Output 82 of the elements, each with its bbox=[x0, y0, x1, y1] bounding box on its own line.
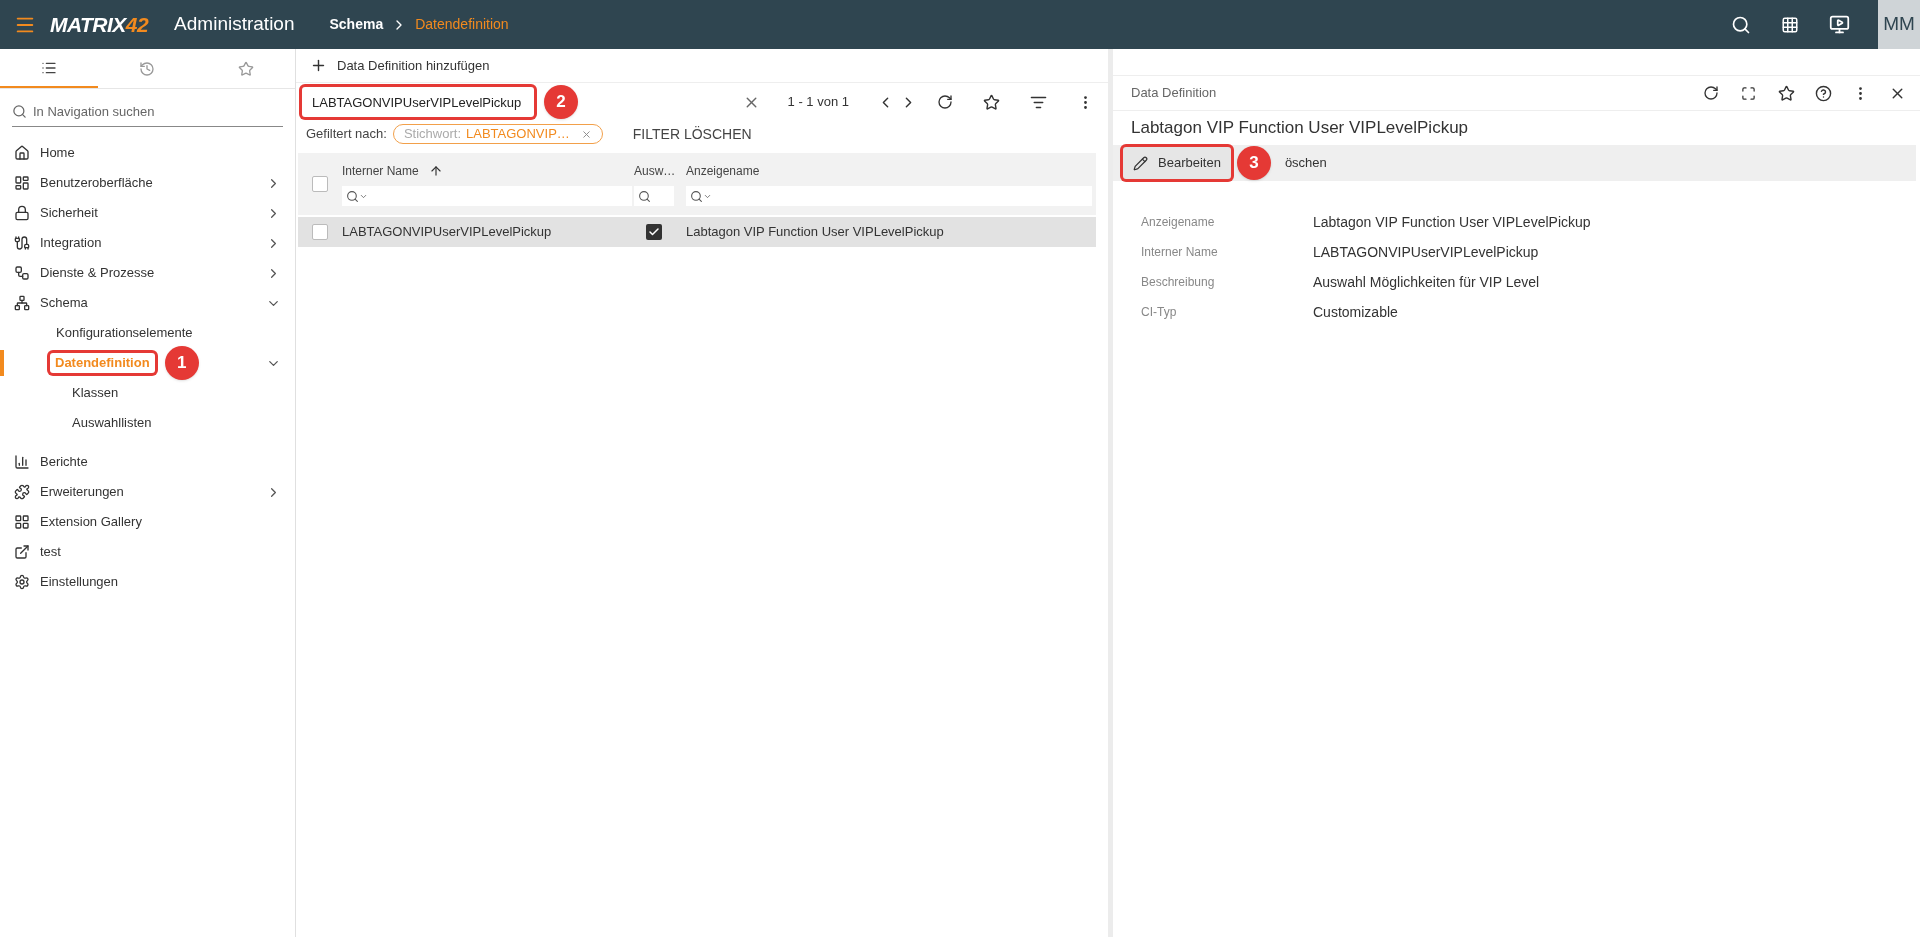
search-icon bbox=[690, 189, 703, 203]
plus-icon bbox=[310, 57, 327, 74]
search-icon[interactable] bbox=[1731, 14, 1751, 35]
refresh-icon[interactable] bbox=[1703, 85, 1719, 101]
nav-item[interactable]: Benutzeroberfläche bbox=[40, 173, 153, 193]
pencil-icon bbox=[1133, 155, 1148, 171]
nav-item[interactable]: Extension Gallery bbox=[40, 512, 142, 532]
dashboard-icon bbox=[14, 175, 30, 191]
pagination-text: 1 - 1 von 1 bbox=[787, 93, 849, 112]
annotation-badge: 2 bbox=[544, 85, 578, 119]
nav-item[interactable]: Schema bbox=[40, 293, 88, 313]
filter-label: Gefiltert nach: bbox=[306, 125, 387, 144]
search-field[interactable]: LABTAGONVIPUserVIPLevelPickup bbox=[302, 87, 534, 117]
nav-item[interactable]: Erweiterungen bbox=[40, 482, 124, 502]
clear-filter-button[interactable]: FILTER LÖSCHEN bbox=[632, 123, 752, 145]
grid-icon bbox=[14, 514, 30, 530]
workflow-icon bbox=[14, 265, 30, 281]
check-icon bbox=[648, 226, 660, 238]
checkbox[interactable] bbox=[312, 224, 328, 240]
field-value: Labtagon VIP Function User VIPLevelPickup bbox=[1313, 212, 1591, 232]
search-icon bbox=[638, 189, 651, 203]
checkbox[interactable] bbox=[646, 224, 662, 240]
column-header[interactable]: Anzeigename bbox=[686, 162, 760, 180]
lock-icon bbox=[14, 205, 30, 221]
nav-item[interactable]: Berichte bbox=[40, 452, 88, 472]
star-icon[interactable] bbox=[983, 93, 1000, 111]
breadcrumb-item[interactable]: Schema bbox=[329, 14, 384, 35]
record-heading: Labtagon VIP Function User VIPLevelPickup bbox=[1130, 117, 1470, 140]
field-label: Anzeigename bbox=[1141, 214, 1216, 231]
user-avatar[interactable]: MM bbox=[1878, 0, 1920, 49]
field-label: Interner Name bbox=[1141, 244, 1219, 261]
settings-icon bbox=[14, 574, 30, 590]
column-filter-field[interactable] bbox=[342, 186, 632, 206]
help-icon[interactable] bbox=[1815, 84, 1832, 102]
breadcrumb-item[interactable]: Datendefinition bbox=[415, 14, 509, 35]
nav-item[interactable]: Einstellungen bbox=[40, 572, 119, 592]
panel-title: Data Definition bbox=[1131, 84, 1217, 103]
monitor-play-icon[interactable] bbox=[1829, 14, 1850, 35]
active-indicator bbox=[0, 350, 4, 376]
column-header[interactable]: Interner Name bbox=[342, 162, 419, 180]
star-icon[interactable] bbox=[1778, 84, 1795, 102]
apps-grid-icon[interactable] bbox=[1781, 15, 1799, 34]
annotation-badge: 1 bbox=[164, 346, 199, 380]
cable-icon bbox=[14, 235, 30, 251]
history-icon bbox=[139, 60, 156, 77]
field-label: CI-Typ bbox=[1141, 304, 1178, 321]
field-label: Beschreibung bbox=[1141, 274, 1216, 291]
nav-item[interactable]: Sicherheit bbox=[40, 203, 98, 223]
network-icon bbox=[14, 295, 30, 311]
action-button[interactable]: öschen bbox=[1274, 147, 1337, 179]
table-cell-text: LABTAGONVIPUserVIPLevelPickup bbox=[341, 223, 553, 242]
logo: MATRIX42 bbox=[50, 11, 149, 38]
nav-item[interactable]: Auswahllisten bbox=[72, 413, 152, 433]
navigation-search-field[interactable]: In Navigation suchen bbox=[33, 101, 283, 122]
field-value: Auswahl Möglichkeiten für VIP Level bbox=[1313, 272, 1540, 292]
bar-chart-icon bbox=[14, 454, 30, 470]
field-value: Customizable bbox=[1313, 302, 1398, 322]
nav-item[interactable]: Klassen bbox=[72, 383, 119, 403]
column-filter-field[interactable] bbox=[634, 186, 674, 206]
add-button[interactable]: Data Definition hinzufügen bbox=[310, 55, 490, 76]
puzzle-icon bbox=[14, 484, 30, 500]
fullscreen-icon[interactable] bbox=[1741, 85, 1756, 101]
column-header[interactable]: Ausw… bbox=[634, 162, 676, 180]
nav-item[interactable]: Konfigurationselemente bbox=[56, 323, 193, 343]
external-link-icon bbox=[14, 544, 30, 560]
nav-item[interactable]: Integration bbox=[40, 233, 102, 253]
action-button[interactable]: Bearbeiten bbox=[1123, 147, 1231, 179]
search-icon bbox=[12, 104, 27, 119]
search-icon bbox=[346, 189, 359, 203]
app-title: Administration bbox=[174, 12, 295, 37]
star-icon bbox=[237, 60, 254, 77]
nav-item[interactable]: Home bbox=[40, 143, 75, 163]
home-icon bbox=[14, 145, 30, 161]
refresh-icon[interactable] bbox=[937, 94, 953, 110]
column-filter-field[interactable] bbox=[686, 186, 1092, 206]
checkbox[interactable] bbox=[312, 176, 328, 192]
nav-item[interactable]: Dienste & Prozesse bbox=[40, 263, 155, 283]
annotation-badge: 3 bbox=[1236, 146, 1271, 180]
field-value: LABTAGONVIPUserVIPLevelPickup bbox=[1313, 242, 1539, 262]
table-row[interactable]: LABTAGONVIPUserVIPLevelPickup Labtagon VIP Function User VIPLevelPickup bbox=[298, 217, 1096, 247]
table-cell-text: Labtagon VIP Function User VIPLevelPickup bbox=[686, 223, 945, 242]
nav-item[interactable]: test bbox=[40, 542, 61, 562]
